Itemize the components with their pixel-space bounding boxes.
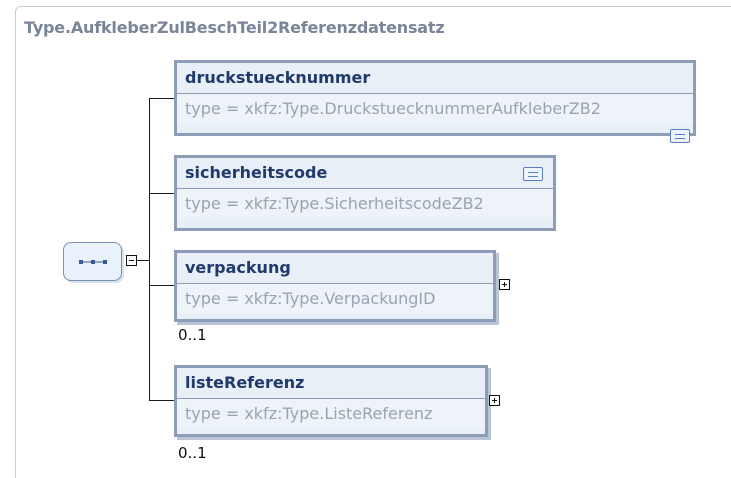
- element-druckstuecknummer[interactable]: druckstuecknummer type = xkfz:Type.Druck…: [174, 60, 696, 143]
- element-type: type = xkfz:Type.VerpackungID: [177, 284, 493, 314]
- element-type: type = xkfz:Type.SicherheitscodeZB2: [177, 189, 553, 219]
- element-type: type = xkfz:Type.ListeReferenz: [177, 399, 485, 429]
- element-name: druckstuecknummer: [177, 63, 693, 94]
- expand-listeReferenz-icon[interactable]: [489, 395, 500, 406]
- connector-branch: [149, 400, 174, 401]
- element-verpackung[interactable]: verpackung type = xkfz:Type.VerpackungID: [174, 250, 496, 322]
- connector-trunk: [149, 98, 150, 400]
- element-name: listeReferenz: [177, 368, 485, 399]
- connector-stub: [137, 260, 149, 261]
- element-listeReferenz[interactable]: listeReferenz type = xkfz:Type.ListeRefe…: [174, 365, 488, 437]
- element-name: sicherheitscode: [177, 158, 553, 189]
- element-type: type = xkfz:Type.DruckstuecknummerAufkle…: [177, 94, 693, 124]
- documentation-icon[interactable]: [523, 167, 543, 181]
- connector-branch: [149, 98, 174, 99]
- connector-branch: [149, 193, 174, 194]
- sequence-compositor[interactable]: [63, 242, 122, 281]
- diagram-title: Type.AufkleberZulBeschTeil2Referenzdaten…: [24, 18, 445, 37]
- cardinality-label: 0..1: [178, 326, 207, 344]
- connector-branch: [149, 285, 174, 286]
- collapse-sequence-icon[interactable]: [126, 255, 137, 266]
- expand-verpackung-icon[interactable]: [499, 279, 510, 290]
- sequence-icon: [78, 259, 107, 264]
- documentation-icon[interactable]: [670, 129, 690, 143]
- element-name: verpackung: [177, 253, 493, 284]
- element-sicherheitscode[interactable]: sicherheitscode type = xkfz:Type.Sicherh…: [174, 155, 556, 231]
- cardinality-label: 0..1: [178, 444, 207, 462]
